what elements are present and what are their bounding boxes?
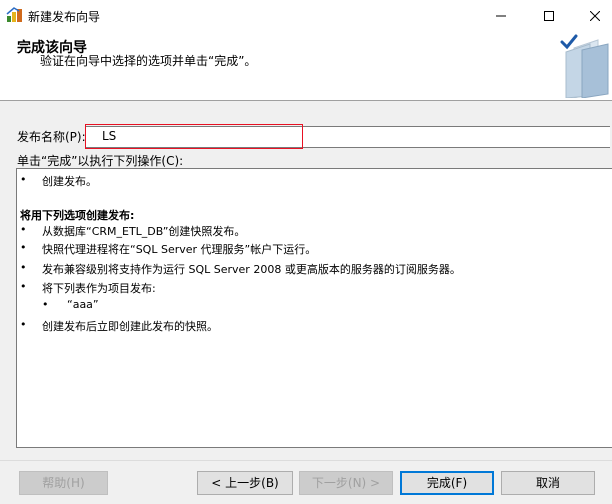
bullet: •: [20, 261, 27, 274]
actions-summary-box[interactable]: • 创建发布。 将用下列选项创建发布: • 从数据库“CRM_ETL_DB”创建…: [16, 168, 612, 448]
summary-line-snapshot: 创建发布后立即创建此发布的快照。: [42, 320, 218, 333]
publication-wizard-icon: [6, 7, 24, 23]
minimize-button[interactable]: [478, 0, 524, 30]
title-bar: 新建发布向导: [0, 0, 612, 30]
maximize-button[interactable]: [526, 0, 572, 30]
bullet: •: [20, 173, 27, 186]
minimize-icon: [496, 15, 506, 16]
close-button[interactable]: [572, 0, 612, 30]
summary-line-create: 创建发布。: [42, 175, 97, 188]
publication-name-input[interactable]: [100, 127, 302, 145]
next-button[interactable]: 下一步(N) >: [299, 471, 393, 495]
close-icon: [589, 10, 601, 21]
help-button[interactable]: 帮助(H): [19, 471, 108, 495]
publication-name-label: 发布名称(P):: [17, 130, 86, 144]
bullet: •: [42, 298, 49, 311]
footer-separator: [0, 460, 612, 461]
window-title: 新建发布向导: [28, 10, 101, 24]
cancel-button[interactable]: 取消: [501, 471, 595, 495]
summary-article-item: “aaa”: [67, 298, 99, 311]
back-button[interactable]: < 上一步(B): [197, 471, 293, 495]
summary-line-database: 从数据库“CRM_ETL_DB”创建快照发布。: [42, 225, 246, 238]
finish-button[interactable]: 完成(F): [400, 471, 494, 495]
bullet: •: [20, 280, 27, 293]
summary-section-heading: 将用下列选项创建发布:: [20, 209, 135, 222]
summary-line-articles: 将下列表作为项目发布:: [42, 282, 156, 295]
summary-line-compat: 发布兼容级别将支持作为运行 SQL Server 2008 或更高版本的服务器的…: [42, 263, 461, 276]
bullet: •: [20, 241, 27, 254]
wizard-complete-icon: [552, 34, 612, 99]
bullet: •: [20, 223, 27, 236]
actions-label: 单击“完成”以执行下列操作(C):: [17, 154, 184, 168]
bullet: •: [20, 318, 27, 331]
maximize-icon: [544, 10, 554, 21]
summary-line-agent: 快照代理进程将在“SQL Server 代理服务”帐户下运行。: [42, 243, 317, 256]
page-subtitle: 验证在向导中选择的选项并单击“完成”。: [40, 54, 257, 68]
wizard-header: 完成该向导 验证在向导中选择的选项并单击“完成”。: [0, 30, 612, 101]
